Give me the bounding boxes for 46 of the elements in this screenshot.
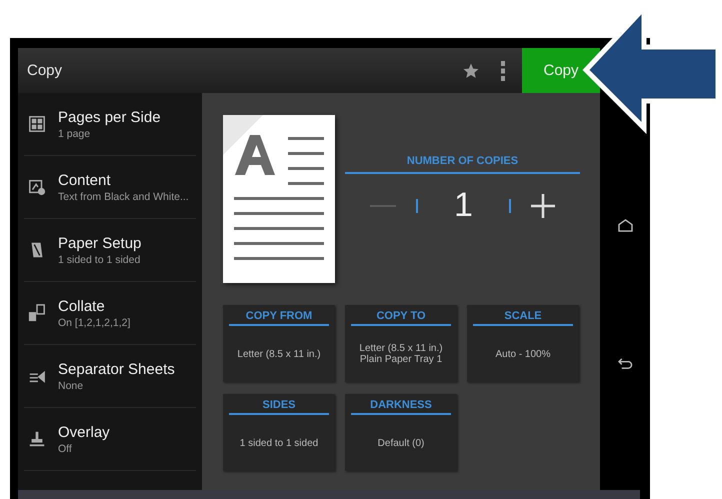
tile-title: COPY TO <box>351 305 451 326</box>
setting-tile[interactable]: COPY FROM Letter (8.5 x 11 in.) <box>223 305 335 382</box>
setting-label: Paper Setup <box>58 234 142 252</box>
setting-tile[interactable]: SCALE Auto - 100% <box>467 305 579 382</box>
setting-item[interactable]: Collate On [1,2,1,2,1,2] <box>24 282 196 345</box>
tile-value: 1 sided to 1 sided <box>240 438 318 448</box>
tile-value: Plain Paper Tray 1 <box>360 354 442 365</box>
star-icon[interactable] <box>462 62 480 80</box>
setting-item[interactable]: Overlay Off <box>24 408 196 471</box>
setting-label: Collate <box>58 298 106 314</box>
tile-value: Default (0) <box>378 438 424 448</box>
tile-title: COPY FROM <box>229 305 329 326</box>
setting-value: On [1,2,1,2,1,2] <box>58 316 130 328</box>
grid-icon <box>28 115 46 133</box>
setting-item[interactable]: Separator Sheets None <box>24 345 196 408</box>
setting-item[interactable]: Content Text from Black and White... <box>24 156 196 219</box>
stamp-icon <box>28 430 46 448</box>
screen-title: Copy <box>26 62 64 79</box>
tile-title: SIDES <box>229 394 329 415</box>
collate-icon <box>28 304 46 322</box>
tile-value: Letter (8.5 x 11 in.) <box>359 343 443 354</box>
tile-value: Auto - 100% <box>495 348 551 360</box>
setting-item[interactable]: Pages per Side 1 page <box>24 93 196 156</box>
plus-icon[interactable] <box>530 194 555 218</box>
setting-value: None <box>58 380 84 392</box>
tile-title: SCALE <box>473 305 573 326</box>
setting-label: Content <box>58 172 112 188</box>
copies-count[interactable]: 1 <box>438 186 489 225</box>
setting-label: Separator Sheets <box>58 360 175 378</box>
setting-value: Text from Black and White... <box>58 190 189 202</box>
setting-item[interactable]: Paper Setup 1 sided to 1 sided <box>24 219 196 282</box>
setting-tile[interactable]: COPY TO Letter (8.5 x 11 in.) Plain Paper Tray 1 <box>345 305 457 382</box>
setting-value: Off <box>58 442 73 454</box>
tile-value: Letter (8.5 x 11 in.) <box>237 348 321 360</box>
home-icon[interactable] <box>618 218 632 232</box>
setting-value: 1 sided to 1 sided <box>58 254 142 266</box>
setting-tile[interactable]: DARKNESS Default (0) <box>345 394 457 471</box>
setting-label: Pages per Side <box>58 108 161 126</box>
tile-title: DARKNESS <box>351 394 451 415</box>
setting-value: 1 page <box>58 128 92 140</box>
copies-label: NUMBER OF COPIES <box>345 155 580 174</box>
more-icon[interactable] <box>500 60 506 82</box>
setting-label: Overlay <box>58 424 110 440</box>
back-icon[interactable] <box>618 356 632 370</box>
setting-tile[interactable]: SIDES 1 sided to 1 sided <box>223 394 335 471</box>
image-icon <box>28 178 46 196</box>
